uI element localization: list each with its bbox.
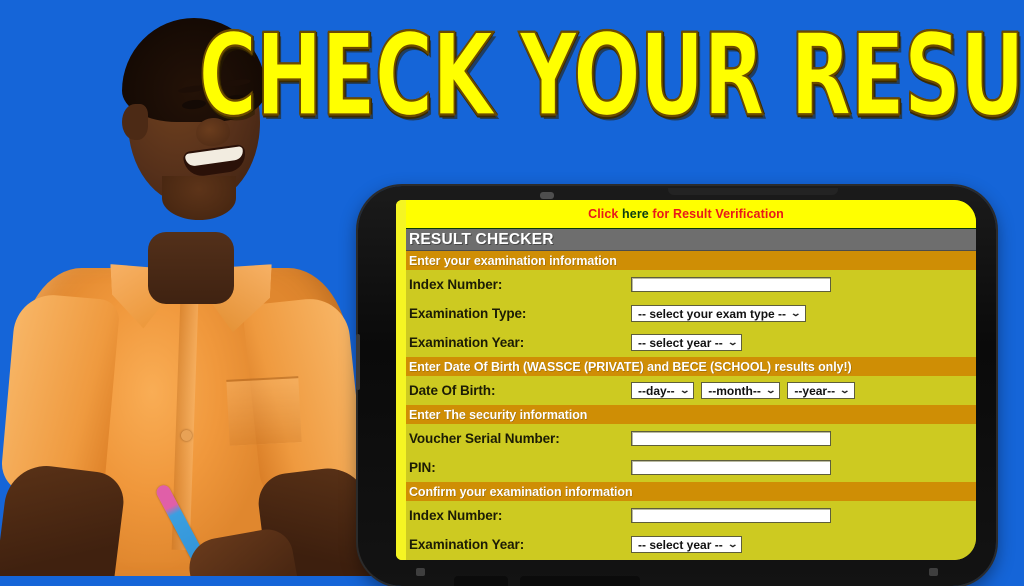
chevron-down-icon: ⌄	[726, 539, 739, 549]
dob-day-select[interactable]: --day-- ⌄	[631, 382, 695, 399]
confirm-index-number-label: Index Number:	[409, 508, 503, 523]
chin	[162, 176, 236, 220]
exam-year-selected-value: -- select year --	[638, 335, 723, 350]
section-security: Enter The security information	[396, 405, 976, 424]
bottom-speaker-grille	[454, 576, 508, 586]
index-number-label: Index Number:	[409, 277, 503, 292]
side-button[interactable]	[356, 334, 360, 390]
row-index-number: Index Number:	[396, 270, 976, 299]
confirm-exam-year-select[interactable]: -- select year -- ⌄	[631, 536, 743, 553]
confirm-exam-year-label: Examination Year:	[409, 537, 525, 552]
chevron-down-icon: ⌄	[726, 337, 739, 347]
exam-type-label: Examination Type:	[409, 306, 527, 321]
row-confirm-index-number: Index Number:	[396, 501, 976, 530]
link-part-here: here	[618, 207, 653, 221]
bottom-right-dot	[929, 568, 938, 576]
confirm-index-number-input[interactable]	[631, 508, 831, 523]
screen-left-gutter	[396, 200, 406, 560]
phone-mockup: Click here for Result Verification RESUL…	[356, 186, 996, 586]
dob-year-selected-value: --year--	[794, 383, 836, 398]
chevron-down-icon: ⌄	[790, 308, 802, 318]
page-title: RESULT CHECKER	[409, 230, 554, 248]
exam-type-selected-value: -- select your exam type --	[638, 306, 787, 321]
form-actions: Clear Submit	[396, 559, 976, 560]
notch	[668, 188, 838, 195]
verification-banner: Click here for Result Verification	[396, 200, 976, 229]
section-dob: Enter Date Of Birth (WASSCE (PRIVATE) an…	[396, 357, 976, 376]
section-confirm-label: Confirm your examination information	[409, 484, 633, 499]
dob-day-selected-value: --day--	[638, 383, 675, 398]
section-exam-info: Enter your examination information	[396, 251, 976, 270]
section-security-label: Enter The security information	[409, 407, 588, 422]
dob-month-selected-value: --month--	[708, 383, 761, 398]
link-part-rest: for Result Verification	[652, 207, 784, 221]
row-voucher-serial: Voucher Serial Number:	[396, 424, 976, 453]
ear	[122, 104, 148, 140]
shirt-button	[181, 430, 192, 441]
phone-screen: Click here for Result Verification RESUL…	[396, 200, 976, 560]
row-exam-year: Examination Year: -- select year -- ⌄	[396, 328, 976, 357]
row-confirm-exam-year: Examination Year: -- select year -- ⌄	[396, 530, 976, 559]
link-part-click: Click	[588, 207, 619, 221]
result-checker-titlebar: RESULT CHECKER	[396, 229, 976, 251]
exam-year-select[interactable]: -- select year -- ⌄	[631, 334, 743, 351]
chevron-down-icon: ⌄	[839, 385, 851, 395]
page-headline: CHECK YOUR RESULTS	[198, 19, 1024, 134]
exam-year-label: Examination Year:	[409, 335, 525, 350]
bottom-charging-port	[520, 576, 640, 586]
row-date-of-birth: Date Of Birth: --day-- ⌄ --month-- ⌄ --y…	[396, 376, 976, 405]
dob-year-select[interactable]: --year-- ⌄	[787, 382, 855, 399]
index-number-input[interactable]	[631, 277, 831, 292]
chevron-down-icon: ⌄	[764, 385, 777, 395]
section-dob-label: Enter Date Of Birth (WASSCE (PRIVATE) an…	[409, 359, 852, 374]
shirt-pocket	[226, 376, 302, 446]
pin-input[interactable]	[631, 460, 831, 475]
voucher-serial-label: Voucher Serial Number:	[409, 431, 560, 446]
arm-left	[0, 461, 127, 576]
row-exam-type: Examination Type: -- select your exam ty…	[396, 299, 976, 328]
confirm-exam-year-selected-value: -- select year --	[638, 537, 723, 552]
sensor-dot-icon	[540, 192, 554, 199]
headline-text: CHECK YOUR RESULTS	[198, 11, 1024, 143]
bottom-left-dot	[416, 568, 425, 576]
dob-label: Date Of Birth:	[409, 383, 496, 398]
neck	[148, 232, 234, 304]
section-confirm: Confirm your examination information	[396, 482, 976, 501]
exam-type-select[interactable]: -- select your exam type -- ⌄	[631, 305, 806, 322]
section-exam-info-label: Enter your examination information	[409, 253, 617, 268]
dob-month-select[interactable]: --month-- ⌄	[701, 382, 781, 399]
result-verification-link[interactable]: Click here for Result Verification	[588, 207, 784, 221]
pin-label: PIN:	[409, 460, 436, 475]
voucher-serial-input[interactable]	[631, 431, 831, 446]
result-checker-form: Enter your examination information Index…	[396, 251, 976, 560]
chevron-down-icon: ⌄	[678, 385, 691, 395]
row-pin: PIN:	[396, 453, 976, 482]
